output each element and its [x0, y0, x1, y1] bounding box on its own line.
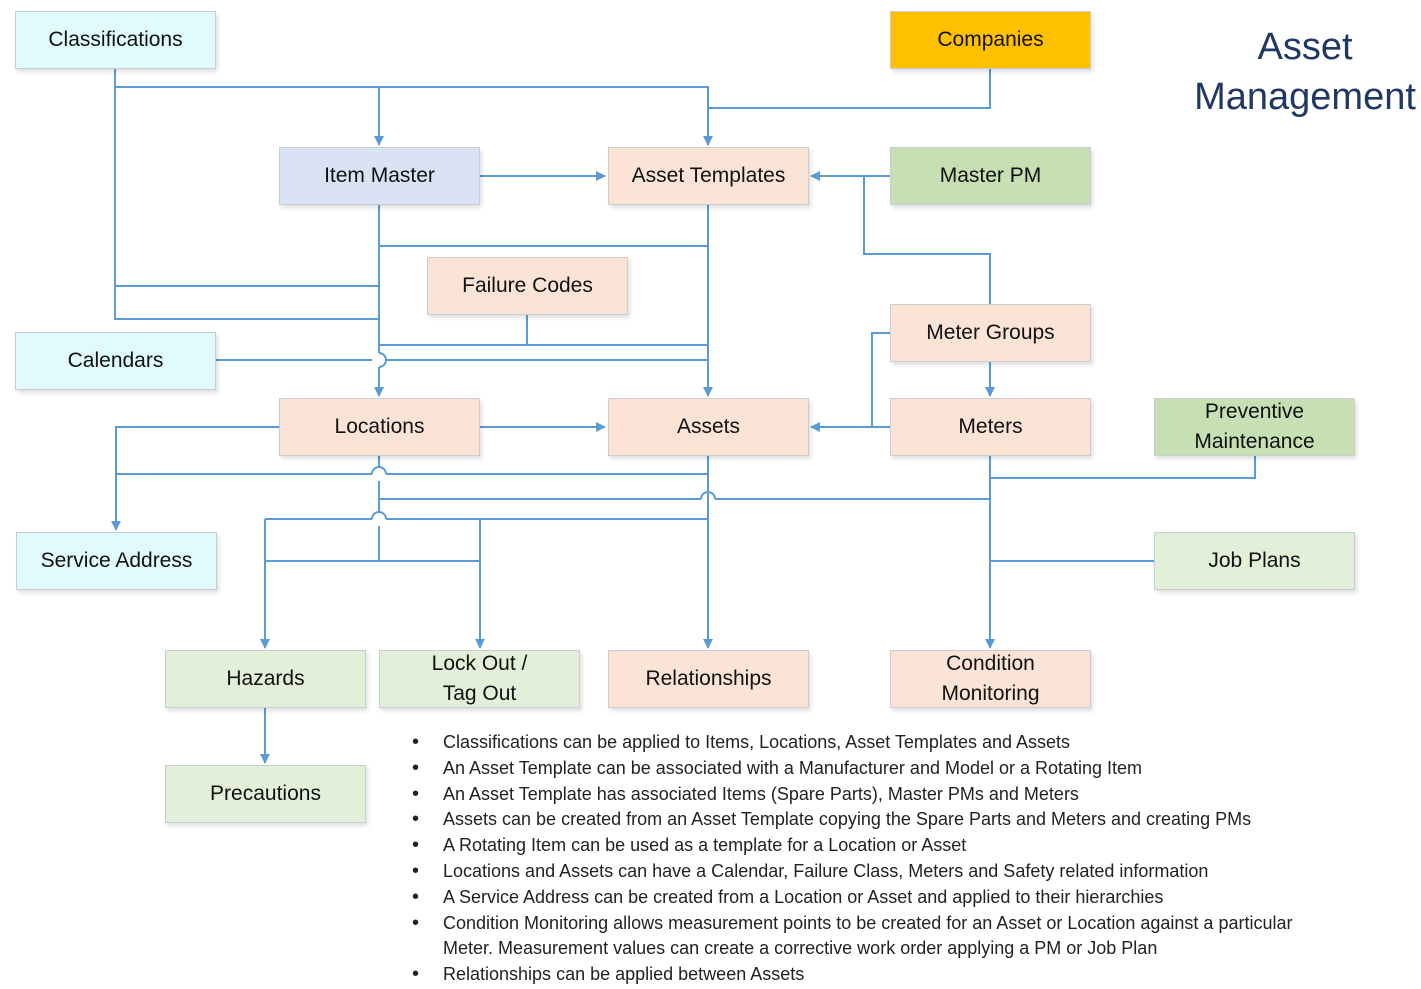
node-label-line-2: Maintenance	[1194, 430, 1315, 453]
node-label: Companies	[937, 28, 1044, 51]
note-item: An Asset Template has associated Items (…	[412, 782, 1412, 808]
node-failure-codes: Failure Codes	[427, 257, 628, 315]
connector-classifications-to-item-master	[115, 86, 713, 146]
node-lock-out-tag-out: Lock Out / Tag Out	[379, 650, 580, 708]
node-label-line-2: Tag Out	[442, 682, 517, 705]
node-label: Master PM	[939, 164, 1042, 187]
node-locations: Locations	[279, 398, 480, 456]
node-label: Job Plans	[1208, 549, 1301, 572]
node-condition-monitoring: Condition Monitoring	[890, 650, 1091, 708]
node-precautions: Precautions	[165, 765, 366, 823]
connector-failure-codes	[379, 315, 708, 346]
node-label: Failure Codes	[462, 274, 593, 297]
notes-list: Classifications can be applied to Items,…	[412, 730, 1412, 988]
note-item: Classifications can be applied to Items,…	[412, 730, 1412, 756]
connector-item-master-hop	[378, 352, 387, 368]
node-preventive-maintenance: Preventive Maintenance	[1154, 398, 1355, 456]
node-label: Precautions	[210, 782, 321, 805]
node-job-plans: Job Plans	[1154, 532, 1355, 590]
node-meters: Meters	[890, 398, 1091, 456]
node-classifications: Classifications	[15, 11, 216, 69]
node-label: Meters	[958, 415, 1023, 438]
node-label-line-1: Lock Out /	[431, 652, 528, 675]
node-meter-groups: Meter Groups	[890, 304, 1091, 362]
node-label-line-2: Monitoring	[941, 682, 1040, 705]
connector-locations-service-address	[111, 426, 280, 531]
node-label: Meter Groups	[926, 321, 1055, 344]
page-title: Asset Management	[1180, 22, 1421, 122]
connector-meter-groups-assets	[871, 332, 890, 427]
connector-companies-asset-templates	[708, 68, 991, 109]
connector-locations-hop1	[371, 466, 387, 475]
node-label: Calendars	[67, 349, 164, 372]
node-assets: Assets	[608, 398, 809, 456]
node-label: Classifications	[48, 28, 183, 51]
node-calendars: Calendars	[15, 332, 216, 390]
node-companies: Companies	[890, 11, 1091, 69]
note-item: Locations and Assets can have a Calendar…	[412, 859, 1412, 885]
note-item: A Rotating Item can be used as a templat…	[412, 833, 1412, 859]
node-label: Asset Templates	[631, 164, 786, 187]
node-label-line-1: Preventive	[1204, 400, 1305, 423]
title-line-1: Asset	[1257, 26, 1353, 68]
note-item: Condition Monitoring allows measurement …	[412, 911, 1412, 937]
node-label: Hazards	[226, 667, 305, 690]
node-label: Service Address	[40, 549, 193, 572]
node-item-master: Item Master	[279, 147, 480, 205]
connector-pm-condition	[990, 456, 1256, 479]
node-hazards: Hazards	[165, 650, 366, 708]
connector-locations-hop2	[371, 511, 387, 520]
node-label: Relationships	[645, 667, 772, 690]
node-label: Item Master	[324, 164, 435, 187]
node-label: Locations	[334, 415, 425, 438]
note-item: Assets can be created from an Asset Temp…	[412, 807, 1412, 833]
node-master-pm: Master PM	[890, 147, 1091, 205]
note-item: A Service Address can be created from a …	[412, 885, 1412, 911]
node-service-address: Service Address	[16, 532, 217, 590]
title-line-2: Management	[1194, 76, 1416, 118]
note-item: An Asset Template can be associated with…	[412, 756, 1412, 782]
node-relationships: Relationships	[608, 650, 809, 708]
note-item: Relationships can be applied between Ass…	[412, 962, 1412, 988]
note-item-continuation: Meter. Measurement values can create a c…	[443, 938, 1158, 959]
node-asset-templates: Asset Templates	[608, 147, 809, 205]
node-label-line-1: Condition	[946, 652, 1035, 675]
node-label: Assets	[676, 415, 741, 438]
